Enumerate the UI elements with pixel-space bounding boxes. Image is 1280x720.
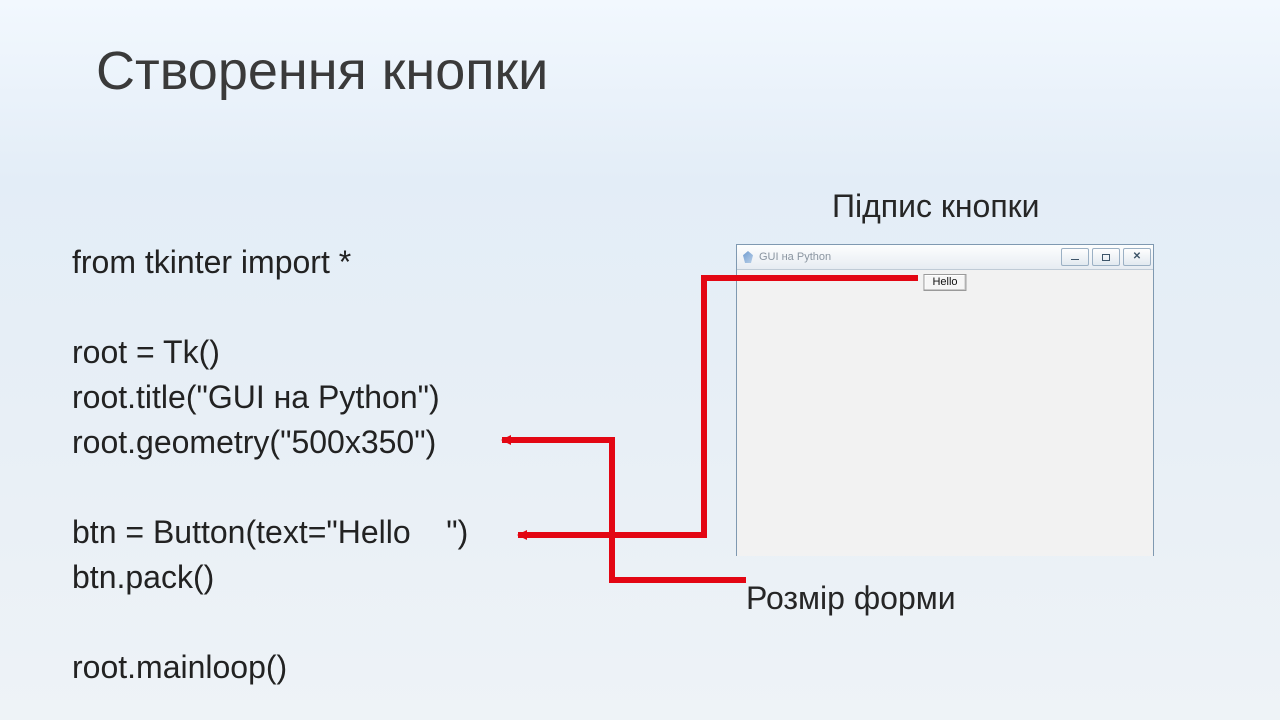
tk-window-buttons: ✕ xyxy=(1058,248,1151,266)
minimize-button[interactable] xyxy=(1061,248,1089,266)
tk-window: GUI на Python ✕ Hello xyxy=(736,244,1154,556)
tk-feather-icon xyxy=(743,251,753,263)
close-icon: ✕ xyxy=(1133,252,1141,262)
tk-window-title: GUI на Python xyxy=(759,251,831,263)
slide: Створення кнопки from tkinter import * r… xyxy=(0,0,1280,720)
minimize-icon xyxy=(1071,259,1079,260)
tk-client-area: Hello xyxy=(737,270,1153,556)
maximize-icon xyxy=(1102,254,1110,261)
maximize-button[interactable] xyxy=(1092,248,1120,266)
label-button-caption: Підпис кнопки xyxy=(832,188,1040,225)
close-button[interactable]: ✕ xyxy=(1123,248,1151,266)
code-block: from tkinter import * root = Tk() root.t… xyxy=(72,240,468,690)
tk-titlebar: GUI на Python ✕ xyxy=(737,245,1153,270)
hello-button[interactable]: Hello xyxy=(923,274,966,291)
label-form-size: Розмір форми xyxy=(746,580,956,617)
slide-title: Створення кнопки xyxy=(96,40,548,102)
arrow-form-to-code xyxy=(502,440,746,580)
